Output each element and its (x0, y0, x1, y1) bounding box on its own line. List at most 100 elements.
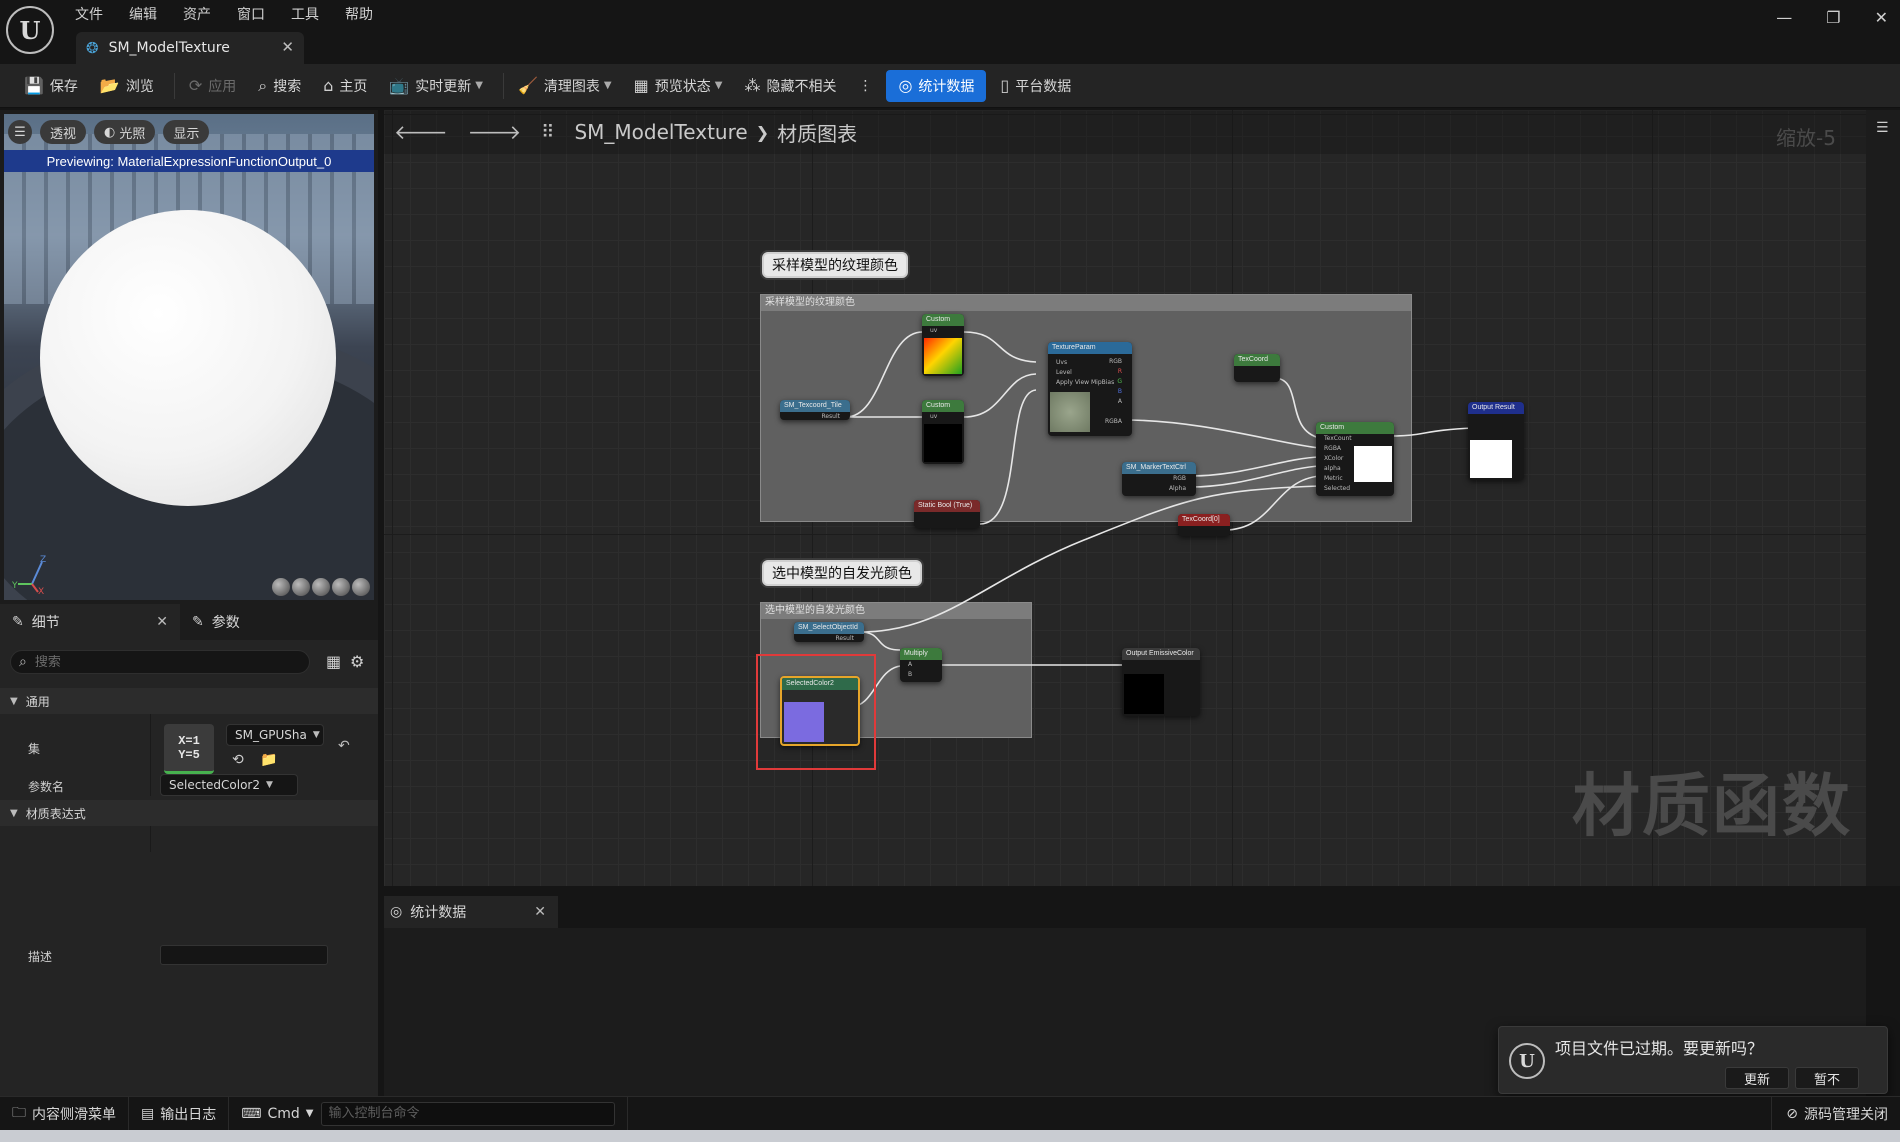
sphere-mesh-icon[interactable] (292, 578, 310, 596)
node-custom-black[interactable]: Custom uv (922, 400, 964, 464)
wire (1189, 456, 1321, 477)
platform-stats-button[interactable]: ▯ 平台数据 (992, 70, 1079, 102)
node-title: Static Bool (True) (914, 500, 980, 512)
node-output-result[interactable]: Output Result (1468, 402, 1524, 480)
clean-graph-label: 清理图表 (543, 78, 600, 95)
source-control-label: 源码管理关闭 (1804, 1107, 1888, 1123)
desc-label: 描述 (28, 950, 53, 964)
cmd-selector[interactable]: ⌨ Cmd ▼ (229, 1096, 629, 1131)
search-button[interactable]: ⌕ 搜索 (250, 70, 309, 102)
home-button[interactable]: ⌂ 主页 (315, 70, 375, 102)
list-icon[interactable]: ☰ (1876, 120, 1889, 136)
more-options-icon[interactable]: ⋮ (850, 70, 880, 102)
menu-window[interactable]: 窗口 (237, 4, 265, 24)
output-log-label: 输出日志 (160, 1106, 217, 1123)
collection-label: 集 (28, 742, 41, 756)
clean-graph-button[interactable]: 🧹 清理图表 ▼ (510, 70, 620, 102)
param-name-label: 参数名 (28, 780, 65, 794)
hide-unrelated-button[interactable]: ⁂ 隐藏不相关 (736, 70, 844, 102)
browse-asset-icon[interactable]: 📁 (260, 752, 277, 768)
texture-preview (1050, 392, 1090, 432)
chevron-down-icon: ▼ (305, 1108, 314, 1119)
node-output-emissive[interactable]: Output EmissiveColor (1122, 648, 1200, 716)
node-custom-main[interactable]: Custom TexCount RGBA XColor alpha Metric… (1316, 422, 1394, 496)
node-texcoord-small[interactable]: TexCoord (1234, 354, 1280, 382)
category-general[interactable]: ▼ 通用 (0, 688, 378, 714)
perspective-button[interactable]: 透视 (40, 120, 87, 144)
close-stats-icon[interactable]: ✕ (534, 904, 546, 920)
description-input[interactable] (160, 945, 328, 965)
pin-marker-alpha: Alpha (1168, 485, 1186, 492)
gear-icon[interactable]: ⚙ (350, 652, 364, 671)
close-tab-icon[interactable]: ✕ (281, 38, 294, 56)
node-custom-gradient[interactable]: Custom uv (922, 314, 964, 376)
status-bar: 🗀 内容侧滑菜单 ▤ 输出日志 ⌨ Cmd ▼ ⊘ 源码管理关闭 (0, 1096, 1900, 1131)
teapot-mesh-icon[interactable] (352, 578, 370, 596)
console-icon: ⌨ (241, 1105, 262, 1122)
output-log-button[interactable]: ▤ 输出日志 (129, 1096, 230, 1131)
close-window-icon[interactable]: ✕ (1875, 8, 1888, 27)
collection-combo[interactable]: SM_GPUSha ▼ (226, 724, 324, 746)
menu-tools[interactable]: 工具 (291, 4, 319, 24)
node-static-bool[interactable]: Static Bool (True) (914, 500, 980, 528)
not-now-button[interactable]: 暂不 (1795, 1067, 1859, 1089)
unreal-logo-icon[interactable]: U (6, 6, 54, 54)
live-update-label: 实时更新 (415, 78, 472, 95)
menu-file[interactable]: 文件 (75, 4, 103, 24)
collection-thumbnail[interactable]: X=1 Y=5 (164, 724, 214, 774)
tab-details[interactable]: ✎ 细节 ✕ (0, 604, 180, 640)
use-selected-icon[interactable]: ⟲ (232, 752, 244, 768)
menu-help[interactable]: 帮助 (345, 4, 373, 24)
apply-button[interactable]: ⟳ 应用 (181, 70, 244, 102)
content-drawer-label: 内容侧滑菜单 (32, 1106, 116, 1123)
cube-mesh-icon[interactable] (332, 578, 350, 596)
material-graph[interactable]: 🡐 🡒 ⠿ SM_ModelTexture ❯ 材质图表 缩放-5 材质函数 采… (384, 110, 1866, 886)
cylinder-mesh-icon[interactable] (272, 578, 290, 596)
node-marker-text-ctrl[interactable]: SM_MarkerTextCtrl RGB Alpha (1122, 462, 1196, 496)
preview-state-button[interactable]: ▦ 预览状态 ▼ (626, 70, 731, 102)
preview-viewport[interactable]: ☰ 透视 ◐ 光照 显示 Previewing: MaterialExpressi… (4, 114, 374, 600)
close-details-icon[interactable]: ✕ (156, 614, 168, 630)
node-texcoord-tile[interactable]: SM_Texcoord_Tile Result (780, 400, 850, 420)
lighting-button[interactable]: ◐ 光照 (94, 120, 156, 144)
show-button[interactable]: 显示 (163, 120, 210, 144)
source-control-button[interactable]: ⊘ 源码管理关闭 (1771, 1097, 1888, 1131)
wire (1223, 475, 1321, 531)
live-update-button[interactable]: 📺 实时更新 ▼ (381, 70, 491, 102)
console-command-input[interactable] (321, 1101, 616, 1126)
node-texture-param[interactable]: TextureParam Uvs Level Apply View MipBia… (1048, 342, 1132, 436)
menu-edit[interactable]: 编辑 (129, 4, 157, 24)
plane-mesh-icon[interactable] (312, 578, 330, 596)
param-name-combo[interactable]: SelectedColor2 ▼ (160, 774, 298, 796)
pin-a: A (1117, 398, 1122, 405)
apply-icon: ⟳ (188, 76, 203, 95)
restore-icon[interactable]: ❐ (1826, 8, 1840, 27)
axis-x-label: X (38, 587, 44, 594)
cmd-label: Cmd (267, 1105, 300, 1122)
node-select-object-id[interactable]: SM_SelectObjectId Result (794, 622, 864, 642)
pencil-icon: ✎ (12, 614, 24, 630)
category-material-expression[interactable]: ▼ 材质表达式 (0, 800, 378, 826)
document-tab[interactable]: ❂ SM_ModelTexture ✕ (76, 32, 304, 64)
preview-sphere (40, 210, 336, 506)
viewport-menu-icon[interactable]: ☰ (8, 120, 32, 144)
black-preview (924, 424, 962, 462)
browse-button[interactable]: 📂 浏览 (92, 70, 162, 102)
minimize-icon[interactable]: — (1776, 8, 1792, 27)
tab-stats[interactable]: ◎ 统计数据 ✕ (384, 896, 558, 928)
wire (859, 631, 901, 651)
reset-icon[interactable]: ↶ (338, 738, 350, 754)
table-view-icon[interactable]: ▦ (326, 652, 341, 671)
stats-icon: ◎ (390, 904, 403, 920)
lighting-label: 光照 (119, 126, 146, 142)
save-button[interactable]: 💾 保存 (16, 70, 86, 102)
node-texcoord-red[interactable]: TexCoord[0] (1178, 514, 1230, 536)
content-drawer-button[interactable]: 🗀 内容侧滑菜单 (0, 1096, 129, 1131)
tab-stats-label: 统计数据 (410, 905, 467, 921)
node-multiply[interactable]: Multiply A B (900, 648, 942, 682)
tab-params[interactable]: ✎ 参数 (180, 604, 252, 640)
stats-button[interactable]: ◎ 统计数据 (886, 69, 987, 102)
details-search-input[interactable] (34, 654, 275, 670)
menu-asset[interactable]: 资产 (183, 4, 211, 24)
update-button[interactable]: 更新 (1725, 1067, 1789, 1089)
